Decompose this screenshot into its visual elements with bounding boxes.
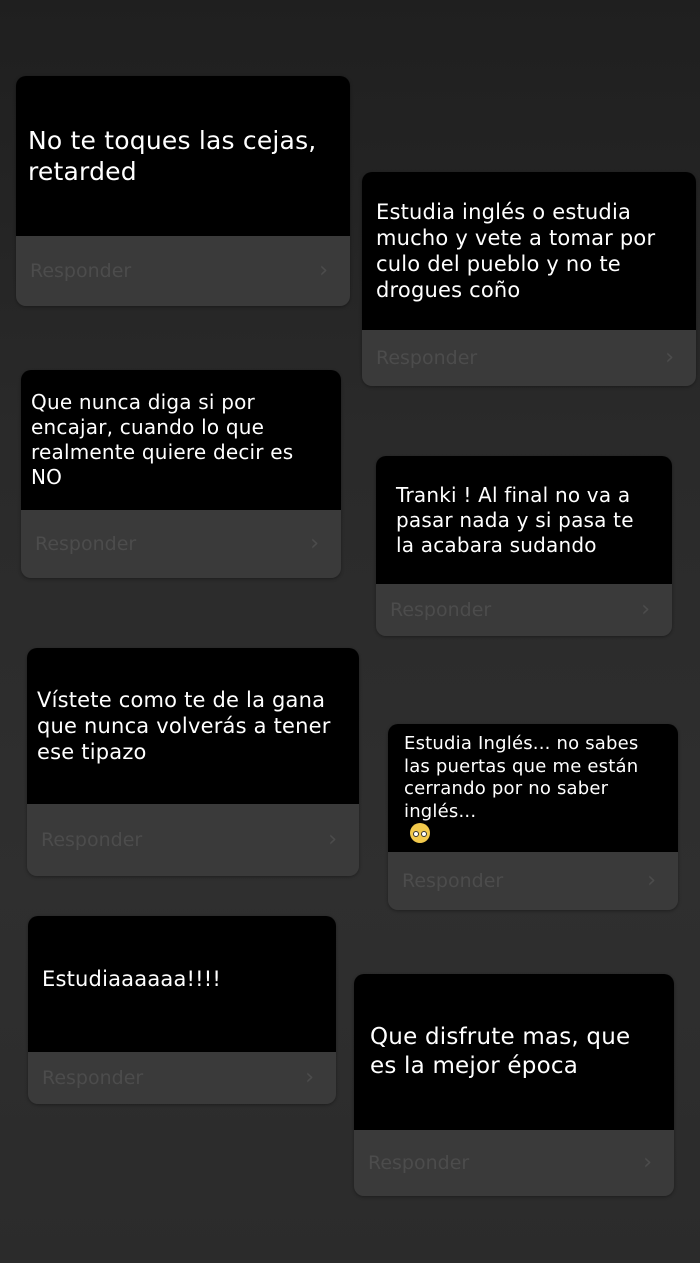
response-text: Vístete como te de la gana que nunca vol… bbox=[37, 687, 331, 765]
response-text-box: Que nunca diga si por encajar, cuando lo… bbox=[21, 370, 341, 510]
reply-button[interactable]: Responder › bbox=[21, 510, 341, 578]
response-card: Que disfrute mas, que es la mejor época … bbox=[354, 974, 674, 1196]
reply-button[interactable]: Responder › bbox=[388, 852, 678, 910]
reply-label: Responder bbox=[35, 533, 137, 555]
reply-label: Responder bbox=[368, 1152, 470, 1174]
response-card: Vístete como te de la gana que nunca vol… bbox=[27, 648, 359, 876]
response-text-box: Vístete como te de la gana que nunca vol… bbox=[27, 648, 359, 804]
reply-label: Responder bbox=[402, 870, 504, 892]
chevron-right-icon: › bbox=[305, 1065, 314, 1090]
response-text: No te toques las cejas, retarded bbox=[28, 125, 317, 186]
chevron-right-icon: › bbox=[647, 868, 656, 893]
response-card: Que nunca diga si por encajar, cuando lo… bbox=[21, 370, 341, 578]
response-text: Tranki ! Al final no va a pasar nada y s… bbox=[396, 482, 634, 557]
response-card: No te toques las cejas, retarded Respond… bbox=[16, 76, 350, 306]
reply-label: Responder bbox=[390, 599, 492, 621]
response-text: Estudia Inglés... no sabes las puertas q… bbox=[404, 733, 639, 822]
response-text: Estudiaaaaaa!!!! bbox=[42, 967, 222, 991]
chevron-right-icon: › bbox=[643, 1150, 652, 1175]
response-text-box: Estudiaaaaaa!!!! bbox=[28, 916, 336, 1052]
pleading-face-emoji-icon bbox=[410, 823, 430, 843]
response-card: Estudiaaaaaa!!!! Responder › bbox=[28, 916, 336, 1104]
reply-button[interactable]: Responder › bbox=[27, 804, 359, 876]
reply-button[interactable]: Responder › bbox=[28, 1052, 336, 1104]
reply-label: Responder bbox=[42, 1067, 144, 1089]
reply-button[interactable]: Responder › bbox=[362, 330, 696, 386]
chevron-right-icon: › bbox=[665, 345, 674, 370]
reply-button[interactable]: Responder › bbox=[376, 584, 672, 636]
response-text-box: Estudia inglés o estudia mucho y vete a … bbox=[362, 172, 696, 330]
reply-label: Responder bbox=[41, 829, 143, 851]
chevron-right-icon: › bbox=[641, 597, 650, 622]
response-card: Estudia inglés o estudia mucho y vete a … bbox=[362, 172, 696, 386]
response-text-box: Tranki ! Al final no va a pasar nada y s… bbox=[376, 456, 672, 584]
response-card: Tranki ! Al final no va a pasar nada y s… bbox=[376, 456, 672, 636]
reply-label: Responder bbox=[30, 260, 132, 282]
response-text: Estudia inglés o estudia mucho y vete a … bbox=[376, 199, 656, 303]
response-text: Que nunca diga si por encajar, cuando lo… bbox=[31, 390, 294, 489]
response-text-box: No te toques las cejas, retarded bbox=[16, 76, 350, 236]
chevron-right-icon: › bbox=[328, 827, 337, 852]
response-text-box: Que disfrute mas, que es la mejor época bbox=[354, 974, 674, 1130]
chevron-right-icon: › bbox=[319, 258, 328, 283]
response-card: Estudia Inglés... no sabes las puertas q… bbox=[388, 724, 678, 910]
response-text-box: Estudia Inglés... no sabes las puertas q… bbox=[388, 724, 678, 852]
response-text: Que disfrute mas, que es la mejor época bbox=[370, 1024, 631, 1079]
reply-button[interactable]: Responder › bbox=[16, 236, 350, 306]
chevron-right-icon: › bbox=[310, 531, 319, 556]
reply-button[interactable]: Responder › bbox=[354, 1130, 674, 1196]
reply-label: Responder bbox=[376, 347, 478, 369]
